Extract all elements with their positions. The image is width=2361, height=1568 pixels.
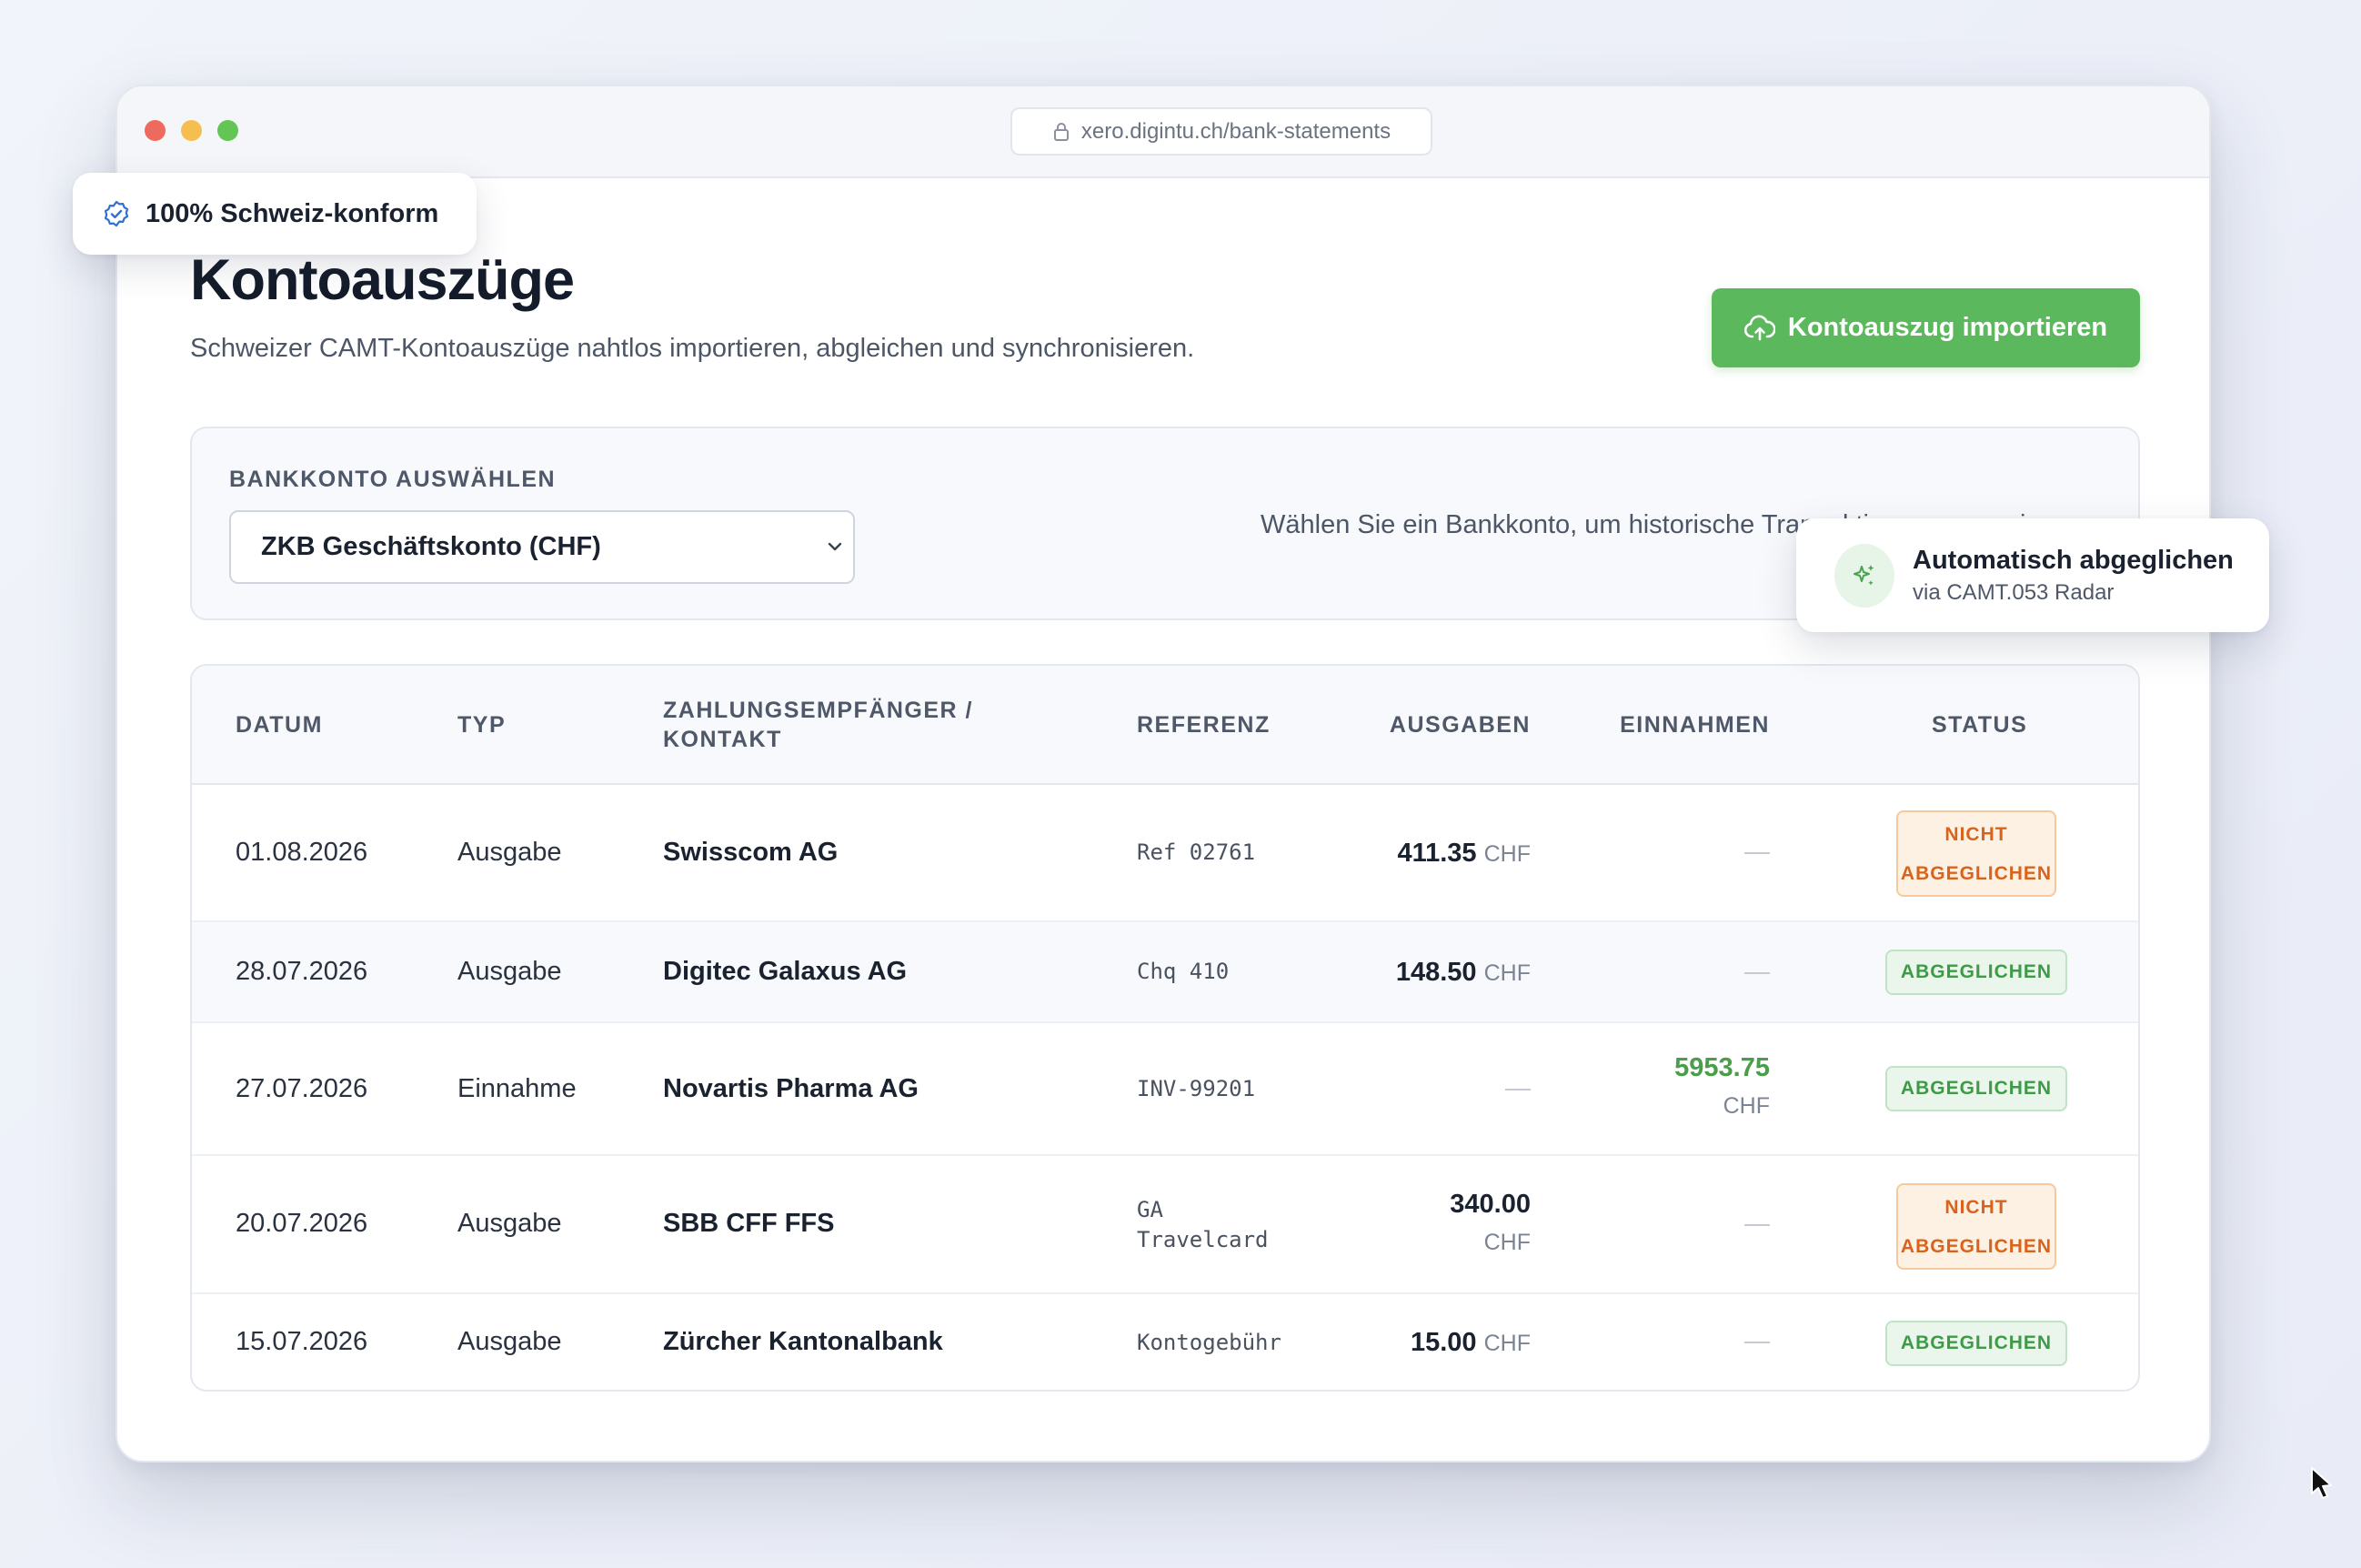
row-reference: Kontogebühr [1137,1330,1281,1355]
row-reference: Chq 410 [1137,959,1230,984]
chevron-down-icon [828,542,842,551]
bank-account-select[interactable]: ZKB Geschäftskonto (CHF) [229,510,855,584]
column-header-date: DATUM [236,712,323,738]
page-subtitle: Schweizer CAMT-Kontoauszüge nahtlos impo… [190,334,1195,363]
column-header-income: EINNAHMEN [1620,712,1770,738]
row-reference: Ref 02761 [1137,839,1256,865]
row-date: 27.07.2026 [236,1074,368,1103]
cloud-upload-icon [1743,315,1775,340]
shield-check-icon [104,200,129,227]
status-badge: ABGEGLICHEN [1885,1066,2067,1111]
row-income-empty [1744,852,1770,854]
row-expense-currency: CHF [1483,960,1531,986]
row-expense-value: 340.00 [1450,1190,1531,1219]
row-expense: 340.00 CHF [1450,1185,1531,1261]
table-row[interactable]: 01.08.2026 Ausgabe Swisscom AG Ref 02761… [192,785,2138,922]
transactions-table: DATUM TYP ZAHLUNGSEMPFÄNGER / KONTAKT RE… [190,664,2140,1392]
table-row[interactable]: 28.07.2026 Ausgabe Digitec Galaxus AG Ch… [192,922,2138,1023]
row-expense: 148.50 CHF [1396,953,1531,992]
table-row[interactable]: 27.07.2026 Einnahme Novartis Pharma AG I… [192,1023,2138,1156]
row-income-value: 5953.75 [1674,1053,1770,1082]
status-badge: ABGEGLICHEN [1885,950,2067,995]
auto-match-title: Automatisch abgeglichen [1913,546,2234,575]
address-bar[interactable]: xero.digintu.ch/bank-statements [1010,107,1432,156]
row-type: Ausgabe [457,1327,562,1356]
column-header-payee-line2: KONTAKT [663,727,782,752]
row-expense-empty [1505,1089,1531,1091]
status-badge-line2: ABGEGLICHEN [1900,862,2053,884]
maximize-window-button[interactable] [217,120,238,141]
swiss-compliance-badge: 100% Schweiz-konform [73,173,477,255]
auto-match-subtitle: via CAMT.053 Radar [1913,580,2115,605]
row-expense-currency: CHF [1483,1331,1531,1356]
row-type: Einnahme [457,1074,577,1103]
row-payee[interactable]: SBB CFF FFS [663,1209,835,1239]
close-window-button[interactable] [145,120,166,141]
column-header-status: STATUS [1932,712,2028,738]
status-badge: ABGEGLICHEN [1885,1321,2067,1366]
row-expense-value: 15.00 [1410,1328,1477,1357]
row-income: 5953.75 CHF [1674,1049,1770,1125]
address-bar-url: xero.digintu.ch/bank-statements [1080,118,1391,144]
row-reference: GA Travelcard [1137,1195,1269,1255]
column-header-expenses: AUSGABEN [1389,712,1531,738]
column-header-payee: ZAHLUNGSEMPFÄNGER / KONTAKT [663,696,973,754]
row-income-currency: CHF [1723,1093,1770,1119]
row-expense-currency: CHF [1483,841,1531,867]
lock-icon [1053,122,1069,141]
auto-match-notification: Automatisch abgeglichen via CAMT.053 Rad… [1796,518,2269,632]
status-badge: NICHT ABGEGLICHEN [1896,810,2056,897]
sparkles-icon [1854,565,1874,586]
row-expense: 411.35 CHF [1397,834,1531,873]
status-badge-line2: ABGEGLICHEN [1900,1235,2053,1257]
row-type: Ausgabe [457,1209,562,1238]
row-date: 01.08.2026 [236,838,368,867]
swiss-compliance-label: 100% Schweiz-konform [146,198,439,228]
row-expense: 15.00 CHF [1411,1323,1531,1362]
import-statement-label: Kontoauszug importieren [1787,313,2108,342]
browser-titlebar: xero.digintu.ch/bank-statements [117,86,2209,178]
row-reference-line1: GA [1137,1197,1163,1222]
status-badge: NICHT ABGEGLICHEN [1896,1183,2056,1270]
column-header-reference: REFERENZ [1137,712,1271,738]
auto-match-icon-wrap [1834,544,1894,608]
column-header-payee-line1: ZAHLUNGSEMPFÄNGER / [663,698,973,723]
bank-account-label: BANKKONTO AUSWÄHLEN [229,467,557,492]
table-row[interactable]: 20.07.2026 Ausgabe SBB CFF FFS GA Travel… [192,1156,2138,1294]
row-payee[interactable]: Swisscom AG [663,838,838,868]
row-payee[interactable]: Novartis Pharma AG [663,1074,919,1104]
row-income-empty [1744,1224,1770,1226]
row-income-empty [1744,972,1770,974]
row-payee[interactable]: Zürcher Kantonalbank [663,1327,943,1357]
row-payee[interactable]: Digitec Galaxus AG [663,957,907,987]
row-expense-currency: CHF [1483,1230,1531,1255]
row-date: 15.07.2026 [236,1327,368,1356]
column-header-type: TYP [457,712,507,738]
status-badge-line1: NICHT [1944,1196,2008,1218]
row-date: 28.07.2026 [236,957,368,986]
row-date: 20.07.2026 [236,1209,368,1238]
minimize-window-button[interactable] [181,120,202,141]
status-badge-line1: NICHT [1944,823,2008,845]
table-header: DATUM TYP ZAHLUNGSEMPFÄNGER / KONTAKT RE… [192,666,2138,785]
row-type: Ausgabe [457,838,562,867]
row-income-empty [1744,1342,1770,1343]
table-row[interactable]: 15.07.2026 Ausgabe Zürcher Kantonalbank … [192,1294,2138,1390]
mouse-cursor-icon [2311,1467,2332,1499]
row-expense-value: 411.35 [1397,839,1477,868]
bank-account-selected-value: ZKB Geschäftskonto (CHF) [261,532,601,561]
row-expense-value: 148.50 [1395,958,1477,987]
page-title: Kontoauszüge [190,248,575,312]
row-type: Ausgabe [457,957,562,986]
row-reference: INV-99201 [1137,1076,1256,1101]
browser-window: xero.digintu.ch/bank-statements Kontoaus… [116,85,2211,1462]
row-reference-line2: Travelcard [1137,1227,1269,1252]
import-statement-button[interactable]: Kontoauszug importieren [1712,288,2140,367]
